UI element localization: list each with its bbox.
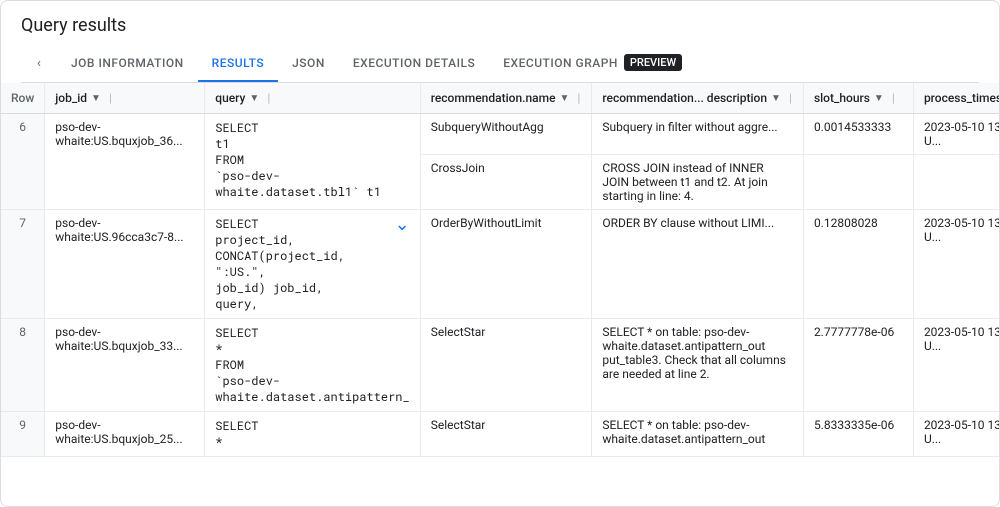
cell-slot-hours: 2.7777778e-06: [803, 319, 913, 412]
cell-slot-hours: 5.8333335e-06: [803, 412, 913, 457]
back-icon: ‹: [37, 56, 41, 71]
col-header-job-id: job_id ▼ |: [45, 83, 205, 114]
cell-job-id: pso-dev-whaite:US.bquxjob_33...: [45, 319, 205, 412]
tabs-row: ‹ JOB INFORMATION RESULTS JSON EXECUTION…: [21, 44, 979, 83]
resize-query[interactable]: |: [267, 91, 271, 105]
cell-slot-hours: 0.0014533333: [803, 114, 913, 155]
col-header-process-ts: process_timestamp ▼ |: [913, 83, 999, 114]
cell-query: SELECT * FROM `pso-dev- whaite.dataset.a…: [205, 319, 420, 412]
resize-slot-hours[interactable]: |: [892, 91, 896, 105]
tab-json[interactable]: JSON: [278, 46, 339, 82]
col-header-query: query ▼ |: [205, 83, 420, 114]
table-row: 9pso-dev-whaite:US.bquxjob_25...SELECT *…: [1, 412, 999, 457]
cell-row-num: 6: [1, 114, 45, 210]
filter-icon-slot-hours[interactable]: ▼: [874, 93, 884, 104]
cell-process-timestamp: 2023-05-10 13:33:10.406000 U...: [913, 412, 999, 457]
back-button[interactable]: ‹: [25, 49, 53, 77]
col-label-rec-name: recommendation.name: [431, 91, 556, 105]
filter-icon-job-id[interactable]: ▼: [91, 93, 101, 104]
filter-icon-query[interactable]: ▼: [249, 93, 259, 104]
cell-slot-hours: [803, 155, 913, 210]
cell-row-num: 7: [1, 210, 45, 319]
cell-rec-desc: SELECT * on table: pso-dev-whaite.datase…: [592, 412, 804, 457]
cell-rec-name: SubqueryWithoutAgg: [420, 114, 592, 155]
table-header-row: Row job_id ▼ | query ▼ |: [1, 83, 999, 114]
cell-job-id: pso-dev-whaite:US.96cca3c7-8...: [45, 210, 205, 319]
cell-rec-name: SelectStar: [420, 319, 592, 412]
cell-query: SELECT project_id, CONCAT(project_id, ":…: [205, 210, 420, 319]
col-label-job-id: job_id: [55, 91, 87, 105]
filter-icon-rec-name[interactable]: ▼: [560, 93, 570, 104]
cell-slot-hours: 0.12808028: [803, 210, 913, 319]
table-row: 8pso-dev-whaite:US.bquxjob_33...SELECT *…: [1, 319, 999, 412]
table-row: 7pso-dev-whaite:US.96cca3c7-8...SELECT p…: [1, 210, 999, 319]
resize-rec-desc[interactable]: |: [789, 91, 793, 105]
cell-query: SELECT t1 FROM `pso-dev- whaite.dataset.…: [205, 114, 420, 210]
resize-job-id[interactable]: |: [109, 91, 113, 105]
cell-process-timestamp: 2023-05-10 13:33:10.560000 U...: [913, 319, 999, 412]
col-header-slot-hours: slot_hours ▼ |: [803, 83, 913, 114]
cell-rec-desc: Subquery in filter without aggre...: [592, 114, 804, 155]
page-title: Query results: [21, 15, 979, 36]
expand-icon[interactable]: ⌄: [395, 216, 410, 234]
tab-job-information[interactable]: JOB INFORMATION: [57, 46, 198, 82]
col-label-slot-hours: slot_hours: [814, 91, 870, 105]
cell-query: SELECT *: [205, 412, 420, 457]
col-label-row: Row: [11, 91, 34, 105]
tab-results[interactable]: RESULTS: [198, 46, 278, 82]
cell-rec-name: OrderByWithoutLimit: [420, 210, 592, 319]
table-body: 6pso-dev-whaite:US.bquxjob_36...SELECT t…: [1, 114, 999, 457]
cell-process-timestamp: [913, 155, 999, 210]
cell-rec-desc: CROSS JOIN instead of INNER JOIN between…: [592, 155, 804, 210]
cell-rec-desc: ORDER BY clause without LIMI...: [592, 210, 804, 319]
cell-process-timestamp: 2023-05-10 13:33:10.700000 U...: [913, 210, 999, 319]
tab-execution-graph: EXECUTION GRAPH: [503, 56, 618, 70]
resize-rec-name[interactable]: |: [577, 91, 581, 105]
title-bar: Query results ‹ JOB INFORMATION RESULTS …: [1, 1, 999, 83]
col-label-process-ts: process_timestamp: [924, 91, 999, 105]
filter-icon-rec-desc[interactable]: ▼: [771, 93, 781, 104]
col-label-query: query: [215, 91, 245, 105]
col-header-rec-name: recommendation.name ▼ |: [420, 83, 592, 114]
tab-execution-details[interactable]: EXECUTION DETAILS: [339, 46, 489, 82]
preview-badge: PREVIEW: [624, 54, 682, 71]
results-table: Row job_id ▼ | query ▼ |: [1, 83, 999, 457]
cell-rec-desc: SELECT * on table: pso-dev-whaite.datase…: [592, 319, 804, 412]
table-row: 6pso-dev-whaite:US.bquxjob_36...SELECT t…: [1, 114, 999, 155]
table-container: Row job_id ▼ | query ▼ |: [1, 83, 999, 506]
cell-row-num: 9: [1, 412, 45, 457]
tab-execution-graph-wrap[interactable]: EXECUTION GRAPH PREVIEW: [489, 44, 696, 83]
col-header-row: Row: [1, 83, 45, 114]
cell-row-num: 8: [1, 319, 45, 412]
cell-process-timestamp: 2023-05-10 13:33:10.884000 U...: [913, 114, 999, 155]
col-label-rec-desc: recommendation... description: [602, 91, 767, 105]
cell-job-id: pso-dev-whaite:US.bquxjob_36...: [45, 114, 205, 210]
col-header-rec-desc: recommendation... description ▼ |: [592, 83, 804, 114]
main-window: Query results ‹ JOB INFORMATION RESULTS …: [0, 0, 1000, 507]
cell-rec-name: CrossJoin: [420, 155, 592, 210]
cell-job-id: pso-dev-whaite:US.bquxjob_25...: [45, 412, 205, 457]
cell-rec-name: SelectStar: [420, 412, 592, 457]
